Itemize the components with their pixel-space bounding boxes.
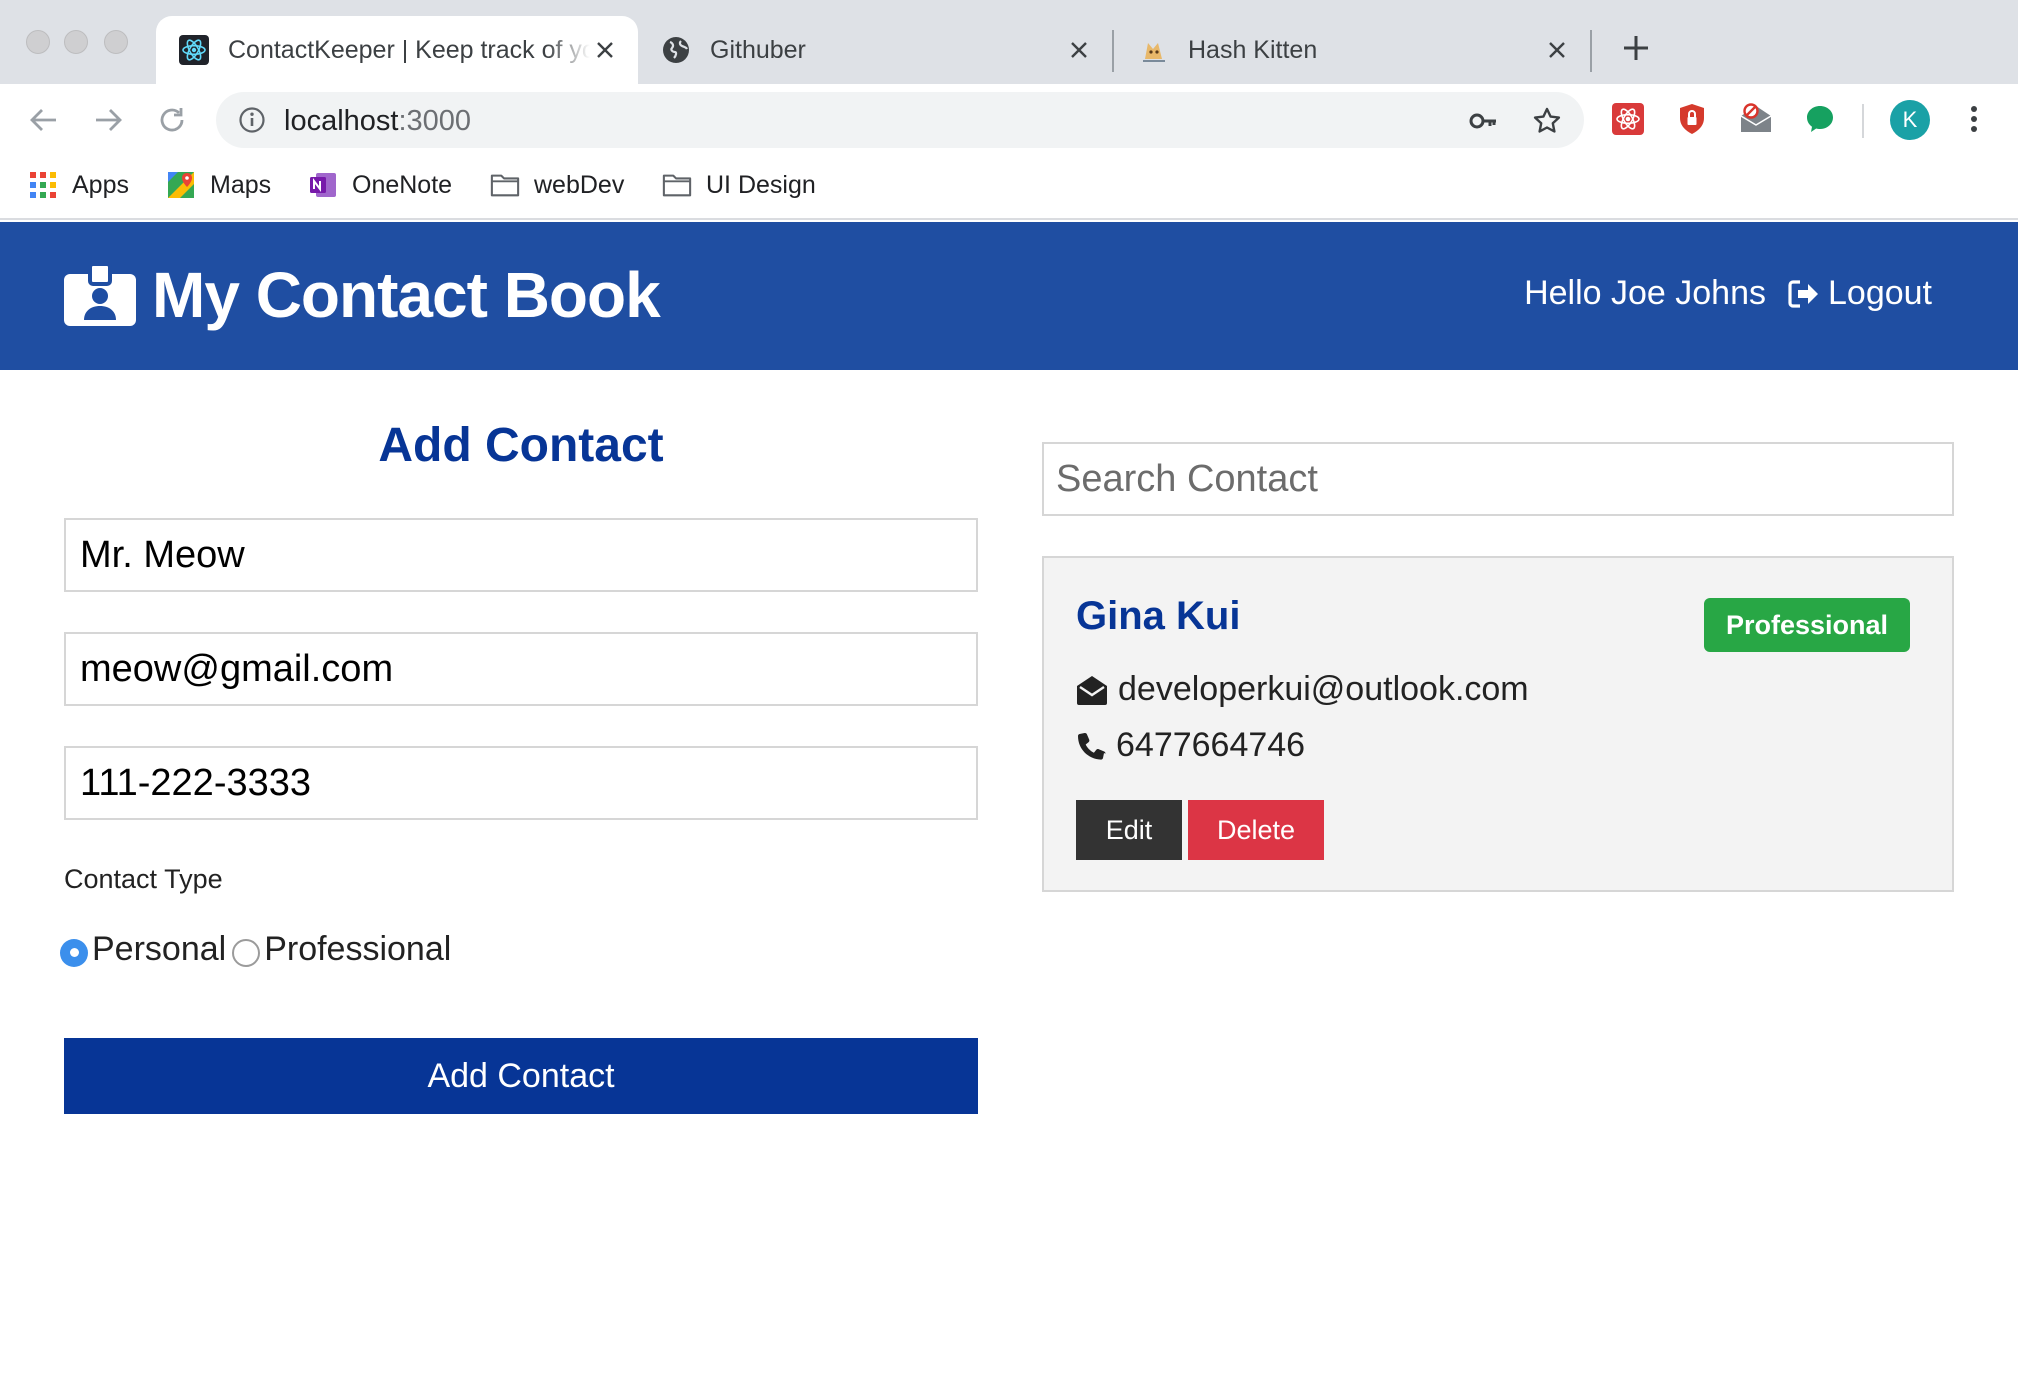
onenote-icon	[308, 170, 338, 200]
logout-link[interactable]: Logout	[1788, 274, 1932, 313]
search-contact-input[interactable]	[1042, 442, 1954, 516]
toolbar-separator	[1862, 104, 1864, 138]
tab-separator	[1590, 30, 1592, 72]
logout-label: Logout	[1828, 274, 1932, 312]
new-tab-button[interactable]	[1618, 30, 1654, 66]
contact-name: Gina Kui	[1076, 594, 1241, 638]
folder-icon	[662, 170, 692, 200]
contact-phone-row: 6477664746	[1076, 726, 1305, 765]
contact-card: Gina Kui Professional developerkui@outlo…	[1042, 556, 1954, 892]
key-icon[interactable]	[1468, 106, 1498, 136]
browser-toolbar: localhost:3000 K	[0, 84, 2018, 156]
star-icon[interactable]	[1532, 106, 1562, 136]
contact-email-row: developerkui@outlook.com	[1076, 670, 1529, 709]
globe-icon	[660, 34, 692, 66]
bookmark-ui-design[interactable]: UI Design	[662, 168, 816, 202]
info-icon[interactable]	[238, 106, 266, 134]
bookmark-label: webDev	[534, 170, 625, 199]
browser-tab-strip: ContactKeeper | Keep track of your conta…	[0, 0, 2018, 84]
contact-type-badge: Professional	[1703, 598, 1910, 652]
tab-contactkeeper[interactable]: ContactKeeper | Keep track of your conta…	[156, 16, 638, 84]
apps-grid-icon	[28, 170, 58, 200]
back-button[interactable]	[26, 102, 62, 138]
kitten-icon	[1138, 34, 1170, 66]
bookmark-maps[interactable]: Maps	[166, 168, 271, 202]
plus-icon	[1624, 36, 1648, 60]
name-input[interactable]	[64, 518, 978, 592]
tab-githuber[interactable]: Githuber	[638, 16, 1112, 84]
mail-block-extension-icon[interactable]	[1738, 101, 1774, 137]
address-bar[interactable]: localhost:3000	[216, 92, 1584, 148]
contact-phone: 6477664746	[1116, 726, 1306, 764]
phone-icon	[1076, 731, 1116, 761]
greeting-text: Hello Joe Johns	[1524, 274, 1766, 312]
forward-button[interactable]	[90, 102, 126, 138]
form-title: Add Contact	[378, 419, 664, 472]
brand[interactable]: My Contact Book	[64, 258, 661, 332]
react-icon	[178, 34, 210, 66]
react-devtools-extension-icon[interactable]	[1610, 101, 1646, 137]
professional-radio-label[interactable]: Professional	[264, 930, 451, 969]
maps-icon	[166, 170, 196, 200]
window-close-button[interactable]	[26, 30, 50, 54]
contact-type-radio-group: Personal Professional	[60, 930, 451, 969]
close-tab-icon[interactable]	[1542, 35, 1572, 65]
bookmark-apps[interactable]: Apps	[28, 168, 129, 202]
close-tab-icon[interactable]	[590, 35, 620, 65]
professional-radio[interactable]	[232, 938, 261, 967]
phone-input[interactable]	[64, 746, 978, 820]
window-minimize-button[interactable]	[64, 30, 88, 54]
arrow-right-icon	[96, 109, 122, 131]
tab-separator	[1112, 30, 1114, 72]
bookmark-webdev[interactable]: webDev	[490, 168, 624, 202]
tab-title: Githuber	[710, 35, 806, 64]
personal-radio-label[interactable]: Personal	[92, 930, 226, 969]
sign-out-icon	[1788, 279, 1818, 308]
arrow-left-icon	[30, 109, 56, 131]
tab-title: Hash Kitten	[1188, 35, 1318, 64]
more-vert-icon[interactable]	[1956, 101, 1992, 137]
reload-icon	[160, 108, 184, 132]
folder-icon	[490, 170, 520, 200]
id-badge-icon	[64, 264, 136, 326]
delete-button[interactable]: Delete	[1188, 800, 1324, 860]
personal-radio[interactable]	[60, 938, 88, 967]
close-tab-icon[interactable]	[1064, 35, 1094, 65]
bookmark-label: Maps	[210, 170, 272, 199]
email-input[interactable]	[64, 632, 978, 706]
envelope-open-icon	[1076, 675, 1118, 705]
bookmark-label: UI Design	[706, 170, 816, 199]
url-host: localhost	[284, 105, 399, 137]
contact-email: developerkui@outlook.com	[1118, 670, 1529, 708]
shield-extension-icon[interactable]	[1674, 101, 1710, 137]
profile-avatar[interactable]: K	[1890, 100, 1930, 140]
edit-button[interactable]: Edit	[1076, 800, 1182, 860]
bookmarks-bar: Apps Maps OneNote webDev UI Design	[0, 156, 2018, 220]
reload-button[interactable]	[154, 102, 190, 138]
tab-hash-kitten[interactable]: Hash Kitten	[1116, 16, 1590, 84]
bookmark-onenote[interactable]: OneNote	[308, 168, 452, 202]
contact-type-label: Contact Type	[64, 864, 223, 894]
url-port: :3000	[398, 105, 472, 137]
bookmark-label: OneNote	[352, 170, 453, 199]
nav-user-area: Hello Joe Johns Logout	[1524, 274, 1932, 313]
brand-title: My Contact Book	[152, 259, 661, 331]
tab-title: ContactKeeper | Keep track of your conta…	[228, 35, 590, 64]
bookmark-label: Apps	[72, 170, 129, 199]
window-zoom-button[interactable]	[104, 30, 128, 54]
chat-bubble-extension-icon[interactable]	[1802, 101, 1838, 137]
add-contact-button[interactable]: Add Contact	[64, 1038, 978, 1114]
url-text[interactable]: localhost:3000	[284, 105, 471, 138]
app-navbar: My Contact Book Hello Joe Johns Logout	[0, 222, 2018, 370]
